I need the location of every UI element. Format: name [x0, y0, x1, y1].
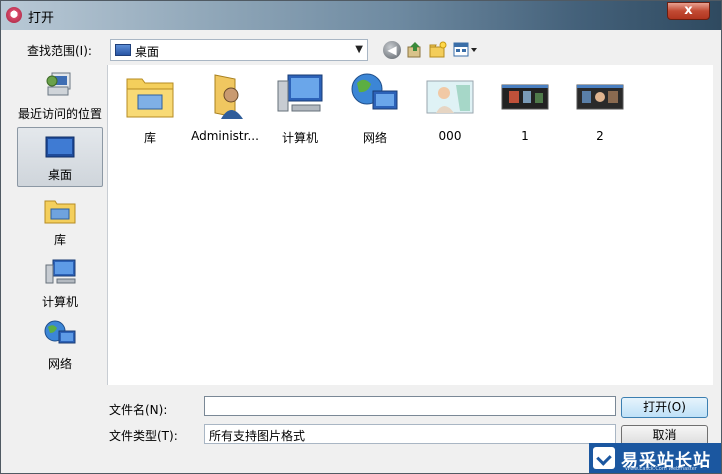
network-icon	[44, 320, 76, 344]
desktop-icon	[45, 136, 75, 158]
file-item-image-2[interactable]: 2	[562, 71, 638, 143]
look-in-label: 查找范围(I):	[27, 44, 92, 58]
filename-label: 文件名(N):	[109, 403, 168, 417]
watermark-logo: 易采站长站 Www.Easck.Com Webmaster	[589, 443, 721, 473]
file-item-label: 网络	[362, 131, 387, 145]
look-in-value: 桌面	[135, 45, 160, 59]
open-dialog: 打开 x 查找范围(I): 桌面 ▼ ◀ 最近访问的位置 桌面 库 计算机 网络…	[0, 0, 722, 474]
new-folder-icon	[429, 41, 447, 58]
file-item-label: Administr...	[191, 129, 259, 143]
sidebar-item-label: 最近访问的位置	[17, 107, 102, 121]
back-button[interactable]: ◀	[383, 41, 401, 59]
file-item-label: 2	[596, 129, 604, 143]
sidebar-item-label: 桌面	[47, 168, 72, 182]
up-folder-icon	[407, 42, 421, 58]
title-bar[interactable]: 打开 x	[1, 1, 721, 30]
network-icon	[351, 73, 398, 110]
up-folder-button[interactable]	[406, 41, 424, 59]
sidebar-item-network[interactable]: 网络	[17, 319, 103, 372]
places-sidebar: 最近访问的位置 桌面 库 计算机 网络	[9, 65, 107, 465]
logo-mark-icon	[593, 447, 615, 469]
sidebar-item-label: 网络	[47, 357, 72, 371]
sidebar-item-library[interactable]: 库	[17, 195, 103, 248]
file-item-computer[interactable]: 计算机	[262, 71, 338, 146]
sidebar-item-label: 计算机	[41, 295, 78, 309]
sidebar-item-computer[interactable]: 计算机	[17, 257, 103, 310]
look-in-dropdown[interactable]: 桌面 ▼	[110, 39, 368, 61]
file-item-label: 1	[521, 129, 529, 143]
library-icon	[44, 200, 76, 224]
open-button[interactable]: 打开(O)	[621, 397, 708, 418]
image-thumbnail-icon	[576, 84, 624, 110]
file-list: 库 Administr... 计算机 网络 000 1 2	[107, 65, 713, 385]
user-folder-icon	[214, 74, 243, 119]
file-item-image-000[interactable]: 000	[412, 71, 488, 143]
file-item-image-1[interactable]: 1	[487, 71, 563, 143]
file-item-label: 000	[438, 129, 462, 143]
dropdown-arrow-icon[interactable]: ▼	[355, 44, 363, 55]
view-menu-button[interactable]	[453, 41, 479, 59]
file-item-network[interactable]: 网络	[337, 71, 413, 146]
app-icon	[6, 7, 22, 23]
sidebar-item-label: 库	[53, 233, 66, 247]
filetype-label: 文件类型(T):	[109, 429, 178, 443]
sidebar-item-desktop[interactable]: 桌面	[17, 127, 103, 187]
file-item-label: 计算机	[281, 131, 318, 145]
library-icon	[126, 78, 174, 118]
file-item-administrator[interactable]: Administr...	[187, 71, 263, 143]
image-thumbnail-icon	[501, 84, 549, 110]
computer-icon	[277, 74, 323, 112]
file-item-label: 库	[143, 131, 156, 145]
close-button[interactable]: x	[667, 2, 710, 20]
filetype-select[interactable]: 所有支持图片格式	[204, 424, 616, 444]
image-thumbnail-icon	[426, 80, 474, 114]
watermark-subtext: Www.Easck.Com Webmaster	[625, 466, 697, 472]
filename-input[interactable]	[204, 396, 616, 416]
computer-icon	[45, 259, 76, 284]
file-item-library[interactable]: 库	[112, 71, 188, 146]
window-title: 打开	[28, 11, 55, 26]
filetype-value: 所有支持图片格式	[209, 429, 306, 443]
recent-places-icon	[46, 72, 71, 96]
new-folder-button[interactable]	[429, 41, 447, 59]
view-menu-icon	[453, 42, 477, 57]
desktop-icon	[115, 44, 131, 56]
sidebar-item-recent-places[interactable]: 最近访问的位置	[17, 69, 103, 122]
